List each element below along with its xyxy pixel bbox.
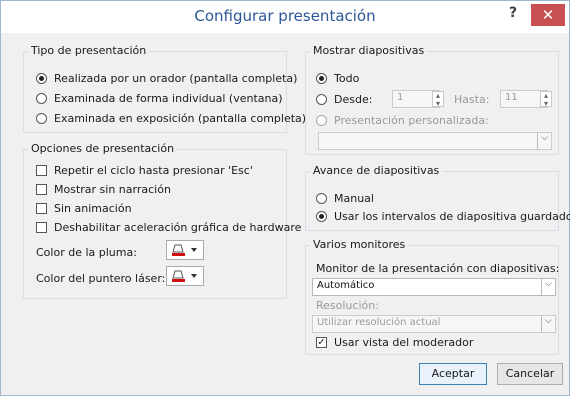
radio-button[interactable] (316, 193, 327, 204)
check-disable-hw-accel[interactable]: Deshabilitar aceleración gráfica de hard… (36, 221, 301, 234)
monitor-select[interactable]: Automático ⌵ (312, 278, 556, 296)
checkbox-label: Deshabilitar aceleración gráfica de hard… (54, 221, 302, 234)
checkbox[interactable] (36, 165, 47, 176)
to-spinner[interactable]: ▴ ▾ (540, 91, 552, 108)
radio-label: Presentación personalizada: (334, 114, 489, 127)
resolution-select[interactable]: Utilizar resolución actual ⌵ (312, 315, 556, 333)
chevron-down-icon: ⌵ (537, 133, 551, 149)
group-title: Avance de diapositivas (310, 164, 443, 177)
monitor-label: Monitor de la presentación con diapositi… (316, 262, 560, 275)
to-label: Hasta: (454, 93, 490, 106)
pen-color-label: Color de la pluma: (36, 246, 137, 259)
custom-show-select[interactable]: ⌵ (318, 132, 552, 150)
radio-label: Todo (334, 72, 360, 85)
radio-label: Examinada en exposición (pantalla comple… (54, 112, 307, 125)
multiple-monitors-group: Varios monitores Monitor de la presentac… (305, 238, 560, 355)
radio-kiosk[interactable]: Examinada en exposición (pantalla comple… (36, 112, 306, 125)
radio-label: Manual (334, 192, 374, 205)
radio-button[interactable] (316, 73, 327, 84)
checkbox[interactable] (36, 222, 47, 233)
pen-color-icon (172, 244, 197, 256)
radio-button[interactable] (36, 73, 47, 84)
radio-button[interactable] (316, 211, 327, 222)
radio-from[interactable]: Desde: (316, 93, 372, 106)
ok-button[interactable]: Aceptar (419, 363, 487, 385)
radio-custom-show[interactable]: Presentación personalizada: (316, 114, 489, 127)
resolution-label: Resolución: (316, 299, 379, 312)
group-title: Tipo de presentación (28, 44, 150, 57)
check-no-animation[interactable]: Sin animación (36, 202, 132, 215)
group-title: Opciones de presentación (28, 142, 178, 155)
radio-all[interactable]: Todo (316, 72, 359, 85)
pen-color-button[interactable] (166, 240, 204, 260)
radio-button[interactable] (316, 115, 327, 126)
check-presenter-view[interactable]: ✓ Usar vista del moderador (316, 336, 473, 349)
from-spinner[interactable]: ▴ ▾ (432, 91, 444, 108)
laser-color-icon (172, 270, 197, 282)
show-options-group: Opciones de presentación Repetir el cicl… (23, 142, 301, 299)
checkbox-label: Usar vista del moderador (334, 336, 474, 349)
show-slides-group: Mostrar diapositivas Todo Desde: 1 ▴ ▾ Ha… (305, 44, 559, 155)
radio-label: Realizada por un orador (pantalla comple… (54, 72, 298, 85)
radio-use-timings[interactable]: Usar los intervalos de diapositiva guard… (316, 210, 570, 223)
radio-button[interactable] (316, 94, 327, 105)
checkbox[interactable]: ✓ (316, 337, 327, 348)
title-bar: Configurar presentación ? ✕ (1, 1, 569, 33)
monitor-value: Automático (317, 280, 375, 291)
checkbox-label: Mostrar sin narración (54, 183, 171, 196)
radio-label: Examinada de forma individual (ventana) (54, 92, 283, 105)
dialog-title: Configurar presentación (194, 7, 376, 25)
radio-manual[interactable]: Manual (316, 192, 374, 205)
radio-label: Desde: (334, 93, 373, 106)
configure-slideshow-dialog: Configurar presentación ? ✕ Tipo de pres… (0, 0, 570, 396)
chevron-down-icon: ⌵ (541, 279, 555, 295)
group-title: Mostrar diapositivas (310, 44, 428, 57)
resolution-value: Utilizar resolución actual (317, 317, 441, 328)
chevron-down-icon: ⌵ (541, 316, 555, 332)
presentation-type-group: Tipo de presentación Realizada por un or… (23, 44, 306, 133)
radio-button[interactable] (36, 113, 47, 124)
check-no-narration[interactable]: Mostrar sin narración (36, 183, 171, 196)
radio-individual[interactable]: Examinada de forma individual (ventana) (36, 92, 283, 105)
cancel-button[interactable]: Cancelar (497, 363, 563, 385)
laser-color-button[interactable] (166, 266, 204, 286)
advance-slides-group: Avance de diapositivas Manual Usar los i… (305, 164, 570, 231)
checkbox-label: Repetir el ciclo hasta presionar 'Esc' (54, 164, 253, 177)
radio-speaker[interactable]: Realizada por un orador (pantalla comple… (36, 72, 297, 85)
help-button[interactable]: ? (501, 5, 525, 27)
close-button[interactable]: ✕ (531, 4, 565, 26)
laser-color-label: Color del puntero láser: (36, 272, 166, 285)
group-title: Varios monitores (310, 238, 409, 251)
radio-label: Usar los intervalos de diapositiva guard… (334, 210, 570, 223)
checkbox[interactable] (36, 184, 47, 195)
checkbox[interactable] (36, 203, 47, 214)
checkbox-label: Sin animación (54, 202, 132, 215)
radio-button[interactable] (36, 93, 47, 104)
check-loop[interactable]: Repetir el ciclo hasta presionar 'Esc' (36, 164, 253, 177)
